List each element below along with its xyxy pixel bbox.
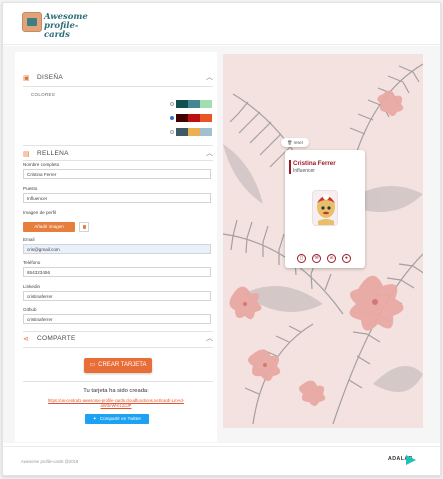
footer-copyright: Awesome profile-cards @2018 [21,459,79,464]
divider [23,145,213,146]
palette-swatch [188,128,200,136]
divider [23,331,213,332]
share-section-header[interactable]: ⋖ COMPARTE ︿ [23,333,213,345]
email-label: Email [23,237,35,242]
twitter-share-button[interactable]: ✦ Compartir en Twitter [85,414,149,424]
phone-label: Teléfono [23,260,41,265]
main: ▣ DISEÑA ︿ COLORES ▤ RELLENA ︿ Nombre co… [3,46,440,443]
job-label: Puesto [23,186,38,191]
palette-radio[interactable] [170,130,174,134]
palette-option[interactable] [170,100,214,108]
logo-icon [22,12,42,32]
palette-swatch [176,128,188,136]
palette-swatch [200,128,212,136]
card-link[interactable]: https://us-central1-awesome-profile-card… [33,398,199,408]
footer: Awesome profile-cards @2018 ADALAB [3,446,440,475]
trash-icon: 🗑 [287,140,293,145]
app-frame: Awesome profile-cards ▣ DISEÑA ︿ COLORES… [2,2,441,476]
phone-input[interactable]: 654323456 [23,267,211,277]
palette-radio[interactable] [170,116,174,120]
image-preview-thumb [79,222,89,232]
chevron-up-icon[interactable]: ︿ [206,72,213,82]
logo[interactable]: Awesome profile-cards [22,12,98,40]
linkedin-input[interactable]: cristinaferrer [23,291,211,301]
reset-button[interactable]: 🗑 reset [281,138,309,147]
card-social-icons: ▯ ✉ in ● [297,254,353,264]
divider [23,160,213,161]
palette-swatch [188,100,200,108]
github-label: Github [23,307,37,312]
colors-label: COLORES [31,92,56,97]
profile-card-preview: Cristina Ferrer Influencer ▯ ✉ in ● [285,150,365,268]
divider [23,347,213,348]
design-title: DISEÑA [37,74,64,81]
linkedin-label: Linkedin [23,284,41,289]
create-card-button[interactable]: ▭ CREAR TARJETA [84,358,152,373]
add-image-button[interactable]: Añadir imagen [23,222,75,232]
divider [23,86,213,87]
phone-icon[interactable]: ▯ [297,254,306,263]
job-input[interactable]: Influencer [23,193,211,203]
card-created-text: Tu tarjeta ha sido creada: [83,388,149,394]
share-icon: ⋖ [23,336,29,343]
card-job: Influencer [293,168,315,174]
palette-swatch [200,100,212,108]
logo-text: Awesome profile-cards [44,13,98,40]
divider [23,381,213,382]
header: Awesome profile-cards [3,3,440,45]
card-name: Cristina Ferrer [293,160,336,167]
fill-section-header[interactable]: ▤ RELLENA ︿ [23,148,213,160]
logo-line-2: profile-cards [44,21,79,40]
name-input[interactable]: Cristina Ferrer [23,169,211,179]
palette-option[interactable] [170,128,214,136]
palette-swatch [176,100,188,108]
twitter-icon: ✦ [92,416,97,421]
adalab-logo-icon [406,455,416,465]
card-icon: ▭ [89,362,96,368]
linkedin-icon[interactable]: in [327,254,336,263]
mail-icon[interactable]: ✉ [312,254,321,263]
palette-swatch [188,114,200,122]
design-section-header[interactable]: ▣ DISEÑA ︿ [23,72,213,84]
palette-swatch [176,114,188,122]
card-header: Cristina Ferrer Influencer [289,160,361,174]
chevron-up-icon[interactable]: ︿ [206,148,213,158]
profile-photo [312,190,338,226]
share-title: COMPARTE [37,335,76,342]
image-label: Imagen de perfil [23,210,56,215]
chevron-up-icon[interactable]: ︿ [206,333,213,343]
github-input[interactable]: cristinaferrer [23,314,211,324]
palette-swatch [200,114,212,122]
form-panel: ▣ DISEÑA ︿ COLORES ▤ RELLENA ︿ Nombre co… [15,52,217,442]
fill-title: RELLENA [37,150,69,157]
create-card-label: CREAR TARJETA [98,362,147,368]
name-label: Nombre completo [23,162,60,167]
github-icon[interactable]: ● [342,254,351,263]
email-input[interactable]: cris@gmail.com [23,244,211,254]
palette-option[interactable] [170,114,214,122]
twitter-share-label: Compartir en Twitter [99,416,142,421]
reset-label: reset [293,140,303,145]
keyboard-icon: ▤ [23,151,30,158]
palette-icon: ▣ [23,75,30,82]
palette-radio[interactable] [170,102,174,106]
